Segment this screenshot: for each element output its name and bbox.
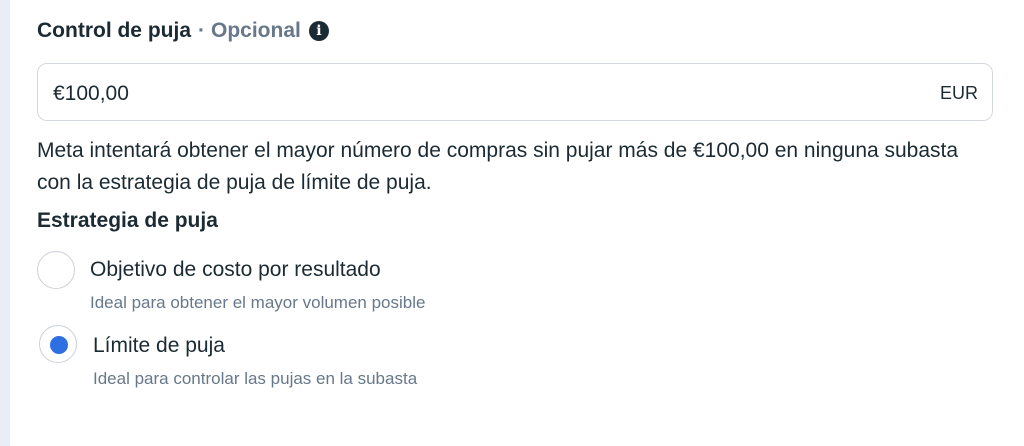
option-label-cost-per-result-goal[interactable]: Objetivo de costo por resultado <box>90 258 381 282</box>
bid-strategy-title: Estrategia de puja <box>37 209 218 232</box>
title-separator: · <box>198 19 205 42</box>
option-label-bid-cap[interactable]: Límite de puja <box>93 334 225 358</box>
optional-label: Opcional <box>211 19 301 42</box>
radio-selected-dot <box>50 336 68 354</box>
bid-control-title: Control de puja <box>37 19 191 42</box>
bid-amount-field[interactable]: €100,00 EUR <box>37 63 993 121</box>
info-icon[interactable]: i <box>308 21 329 41</box>
currency-label: EUR <box>939 83 978 103</box>
bid-amount-value[interactable]: €100,00 <box>53 82 129 106</box>
option-description-bid-cap: Ideal para controlar las pujas en la sub… <box>93 369 418 388</box>
bid-control-helper-text: Meta intentará obtener el mayor número d… <box>37 139 959 194</box>
option-description-cost-per-result-goal: Ideal para obtener el mayor volumen posi… <box>90 293 426 312</box>
bid-control-header: Control de puja · Opcional i <box>37 19 329 43</box>
radio-bid-cap[interactable] <box>39 325 77 363</box>
bid-settings-panel: Control de puja · Opcional i €100,00 EUR… <box>10 0 1024 446</box>
radio-cost-per-result-goal[interactable] <box>37 251 75 289</box>
